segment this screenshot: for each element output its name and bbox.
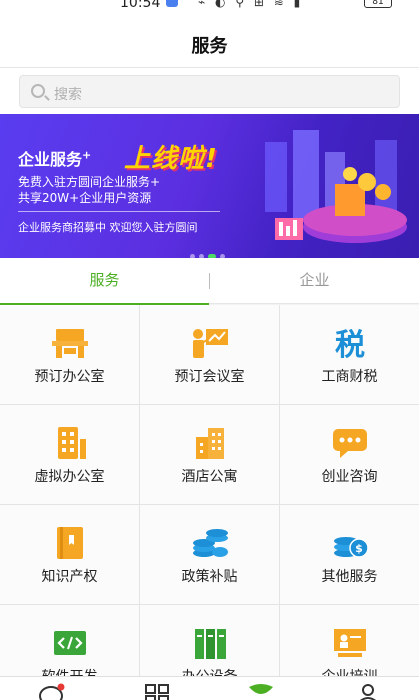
page-header: 服务 <box>0 12 419 68</box>
other-service-money-icon: $ <box>333 537 369 558</box>
service-policy-subsidy[interactable]: 政策补贴 <box>140 505 279 604</box>
office-desk-icon <box>51 329 88 358</box>
search-placeholder: 搜索 <box>54 87 82 103</box>
policy-subsidy-coins-icon <box>192 529 228 557</box>
service-hotel-apartment[interactable]: 酒店公寓 <box>140 405 279 504</box>
service-label: 知识产权 <box>41 569 98 585</box>
tax-character-icon: 税 <box>335 328 365 361</box>
banner-title-text: 企业服务 <box>18 150 83 169</box>
search-icon <box>31 84 45 98</box>
banner-headline: 上线啦! <box>124 144 218 174</box>
banner-line-2: 共享20W+企业用户资源 <box>18 191 152 205</box>
notification-badge-icon <box>166 0 178 7</box>
software-code-icon <box>53 631 86 655</box>
service-label: 创业咨询 <box>321 469 378 485</box>
banner-title: 企业服务+ <box>18 146 91 170</box>
virtual-office-building-icon <box>57 427 86 459</box>
intellectual-property-book-icon <box>56 527 83 559</box>
status-bar: 10:54 ⌁ ◐ ⚲ ⊞ ≋ ▮ 81 <box>0 0 419 12</box>
enterprise-training-icon <box>333 629 366 657</box>
category-tabs: 服务 企业 <box>0 258 419 305</box>
grid-nav-icon[interactable] <box>144 683 172 700</box>
service-startup-consulting[interactable]: 创业咨询 <box>280 405 419 504</box>
service-label: 其他服务 <box>321 569 378 585</box>
service-business-tax[interactable]: 税 工商财税 <box>280 305 419 404</box>
banner-footer: 企业服务商招募中 欢迎您入驻方圆间 <box>18 221 198 234</box>
search-input[interactable]: 搜索 <box>19 75 400 108</box>
banner-divider <box>18 211 220 212</box>
tab-enterprise[interactable]: 企业 <box>210 258 419 304</box>
banner-title-sup: + <box>82 148 92 162</box>
banner-illustration <box>265 130 407 243</box>
banner-pagination[interactable] <box>190 244 229 258</box>
service-label: 预订会议室 <box>174 369 245 385</box>
svg-text:税: 税 <box>335 328 365 361</box>
service-intellectual-property[interactable]: 知识产权 <box>0 505 139 604</box>
svg-text:$: $ <box>355 542 363 555</box>
profile-nav-icon[interactable] <box>354 683 382 700</box>
messages-nav-icon[interactable] <box>38 683 66 700</box>
bottom-navigation <box>0 676 419 700</box>
consult-chat-icon <box>332 429 367 458</box>
hotel-apartment-icon <box>195 428 224 459</box>
meeting-presentation-icon <box>192 329 228 358</box>
service-label: 工商财税 <box>321 369 378 385</box>
page-title: 服务 <box>191 36 228 57</box>
service-book-office[interactable]: 预订办公室 <box>0 305 139 404</box>
home-logo-nav-icon[interactable] <box>247 683 275 700</box>
banner-line-1: 免费入驻方圆间企业服务+ <box>18 175 161 189</box>
battery-indicator: 81 <box>364 0 392 8</box>
service-label: 预订办公室 <box>34 369 105 385</box>
status-icons: ⌁ ◐ ⚲ ⊞ ≋ ▮ <box>198 0 304 9</box>
promo-banner[interactable]: 企业服务+ 上线啦! 免费入驻方圆间企业服务+ 共享20W+企业用户资源 企业服… <box>0 114 419 258</box>
service-virtual-office[interactable]: 虚拟办公室 <box>0 405 139 504</box>
office-equipment-icon <box>194 629 226 659</box>
service-label: 酒店公寓 <box>181 469 238 485</box>
service-label: 虚拟办公室 <box>34 469 105 485</box>
search-bar-container: 搜索 <box>0 68 419 114</box>
tab-services[interactable]: 服务 <box>0 258 209 305</box>
service-label: 政策补贴 <box>181 569 238 585</box>
service-book-meeting-room[interactable]: 预订会议室 <box>140 305 279 404</box>
status-time: 10:54 <box>120 0 161 11</box>
services-grid: 预订办公室 预订会议室 税 工商财税 虚拟办公室 酒店公寓 创业咨询 知识产权 … <box>0 305 419 700</box>
service-other[interactable]: $ 其他服务 <box>280 505 419 604</box>
